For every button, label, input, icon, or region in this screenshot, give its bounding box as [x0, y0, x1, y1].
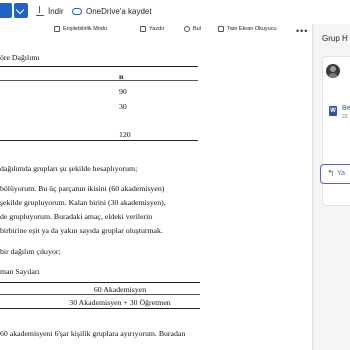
table2-row-rule [0, 294, 200, 295]
table1-total: 120 [119, 130, 131, 139]
search-icon [184, 26, 190, 32]
edit-button[interactable] [0, 3, 12, 18]
download-icon [36, 6, 44, 17]
table2-bottom-rule [0, 308, 200, 309]
print-label: Yazdır [149, 26, 165, 32]
table2-title: man Sayıları [0, 267, 40, 276]
accessibility-icon [54, 26, 60, 32]
attachment-link[interactable]: Be [342, 105, 350, 112]
document-page: öre Dağılımı n 90 30 120 dağılımda grupl… [0, 42, 246, 350]
table1-cell: 90 [119, 87, 127, 96]
table1-title: öre Dağılımı [0, 53, 40, 62]
accessibility-label: Erişilebilirlik Modu [63, 26, 108, 32]
accessibility-mode-button[interactable]: Erişilebilirlik Modu [54, 26, 107, 32]
reader-toolbar: Erişilebilirlik Modu Yazdır Bul Tam Ekra… [0, 24, 312, 42]
print-button[interactable]: Yazdır [140, 26, 165, 32]
paragraph-line: 60 akademisyeni 6'şar kişilik gruplara a… [0, 329, 186, 338]
paragraph-line: birbirine eşit ya da yakın sayıda grupla… [0, 226, 163, 235]
edit-dropdown-button[interactable] [14, 3, 28, 18]
onedrive-label: OneDrive'a kaydet [86, 6, 152, 16]
immersive-reader-label: Tam Ekran Okuyucu [227, 26, 277, 32]
find-label: Bul [193, 26, 201, 32]
word-file-icon: W [329, 106, 337, 116]
reply-button[interactable]: ↰ Ya [320, 164, 350, 184]
immersive-reader-icon [218, 26, 224, 32]
chevron-down-icon [15, 5, 25, 15]
download-button[interactable]: İndir [36, 4, 64, 18]
paragraph-line: bir dağılım çıkıyor; [0, 247, 61, 256]
download-label: İndir [48, 6, 64, 16]
save-to-onedrive-button[interactable]: OneDrive'a kaydet [72, 4, 152, 18]
reply-icon: ↰ [327, 168, 335, 178]
table2-top-rule [0, 282, 200, 283]
attachment-meta: 23 [342, 114, 348, 120]
find-button[interactable]: Bul [184, 26, 201, 32]
table1-top-rule [0, 66, 198, 67]
paragraph-line: de grupluyorum. Buradaki amaç, eldeki ve… [0, 212, 153, 221]
table1-header-rule [0, 80, 198, 81]
table2-cell: 60 Akademisyen [93, 285, 147, 294]
table1-bottom-rule [0, 140, 198, 141]
reply-label: Ya [337, 170, 346, 177]
paragraph-line: dağılımda grupları şu şekilde hesaplıyor… [0, 164, 138, 173]
print-icon [140, 26, 146, 32]
table2-cell: 30 Akademisyen + 30 Öğretmen [69, 298, 171, 307]
immersive-reader-button[interactable]: Tam Ekran Okuyucu [218, 26, 277, 32]
paragraph-line: bölüyorum. Bu üç parçanın ikisini (60 ak… [0, 184, 165, 193]
more-options-button[interactable]: ••• [296, 26, 308, 36]
avatar[interactable] [326, 64, 340, 78]
top-toolbar: İndir OneDrive'a kaydet [0, 0, 350, 24]
cloud-icon [72, 7, 82, 15]
table1-cell: 30 [119, 102, 127, 111]
chat-panel-content: W Be 23 ↰ Ya [312, 24, 350, 350]
paragraph-line: şekilde grupluyorum. Kalan birini (30 ak… [0, 198, 166, 207]
